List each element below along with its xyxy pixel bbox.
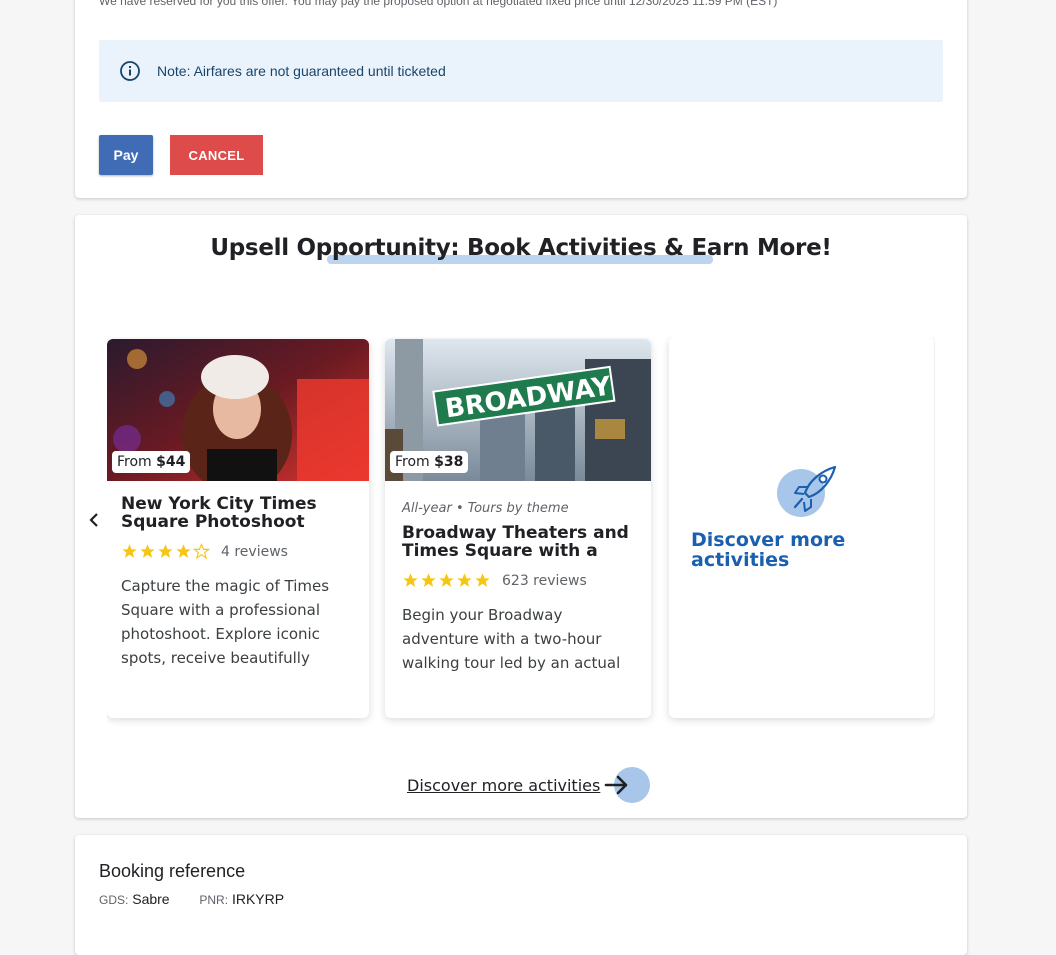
star-filled-icon [122, 544, 137, 558]
upsell-card: Upsell Opportunity: Book Activities & Ea… [75, 215, 967, 818]
offer-card: We have reserved for you this offer. You… [75, 0, 967, 198]
chevron-left-icon [89, 513, 98, 527]
activity-image: From $44 [107, 339, 369, 481]
activity-meta: All-year • Tours by theme [402, 501, 569, 516]
star-empty-icon [193, 543, 210, 560]
booking-reference-title: Booking reference [99, 861, 246, 881]
review-count: 623 reviews [502, 572, 587, 589]
pay-button[interactable]: Pay [99, 135, 153, 175]
activity-price: From $44 [112, 451, 191, 473]
activity-card[interactable]: BROADWAY From $38 All-year • Tours by th… [385, 339, 651, 718]
airfare-note: Note: Airfares are not guaranteed until … [99, 40, 943, 102]
airfare-note-text: Note: Airfares are not guaranteed until … [157, 63, 446, 79]
activities-carousel: From $44 New York City Times Square Phot… [107, 337, 935, 733]
discover-more-card[interactable]: Discover more activities [669, 337, 934, 718]
activity-rating: 4 reviews [121, 543, 369, 560]
rating-stars [121, 543, 211, 560]
discover-more-link[interactable]: Discover more activities [407, 767, 651, 803]
star-filled-icon [439, 573, 454, 587]
arrow-button[interactable] [604, 767, 651, 803]
gds-value: Sabre [132, 891, 170, 907]
pnr-label: PNR: [199, 893, 229, 907]
carousel-prev-button[interactable] [88, 511, 100, 534]
booking-reference-details: GDS: Sabre PNR: IRKYRP [99, 891, 284, 907]
activity-price: From $38 [390, 451, 469, 473]
discover-more-card-text[interactable]: Discover more activities [691, 530, 891, 570]
rating-stars [402, 572, 492, 589]
gds-label: GDS: [99, 893, 129, 907]
activity-image: BROADWAY From $38 [385, 339, 651, 481]
review-count: 4 reviews [221, 543, 288, 560]
activity-description: Capture the magic of Times Square with a… [121, 577, 330, 667]
activity-rating: 623 reviews [402, 572, 651, 589]
rocket-icon [777, 465, 837, 517]
arrow-right-icon [605, 775, 628, 795]
star-filled-icon [457, 573, 472, 587]
info-icon [120, 61, 140, 81]
pnr-value: IRKYRP [231, 891, 285, 907]
star-filled-icon [158, 544, 173, 558]
activity-title[interactable]: Broadway Theaters and Times Square with … [402, 524, 637, 560]
activity-title[interactable]: New York City Times Square Photoshoot [121, 495, 355, 531]
star-filled-icon [403, 573, 418, 587]
star-filled-icon [475, 573, 490, 587]
booking-reference-card: Booking reference GDS: Sabre PNR: IRKYRP [75, 835, 967, 955]
activity-description: Begin your Broadway adventure with a two… [402, 606, 621, 672]
star-filled-icon [140, 544, 155, 558]
reserved-text: We have reserved for you this offer. You… [99, 0, 778, 8]
cancel-button[interactable]: CANCEL [170, 135, 263, 175]
star-filled-icon [421, 573, 436, 587]
activity-card[interactable]: From $44 New York City Times Square Phot… [107, 339, 369, 718]
star-filled-icon [176, 544, 191, 558]
upsell-title: Upsell Opportunity: Book Activities & Ea… [210, 235, 832, 261]
